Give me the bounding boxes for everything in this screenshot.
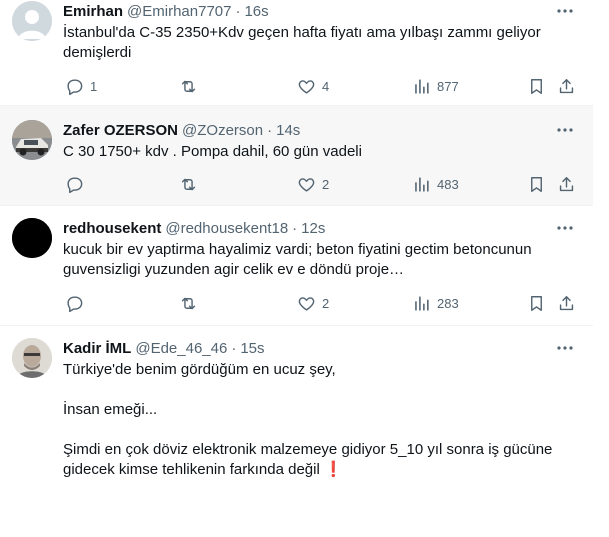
default-avatar-icon xyxy=(12,1,52,41)
timeline-feed: Emirhan @Emirhan7707 · 16s İstanbul'da C… xyxy=(0,0,593,537)
reply-icon xyxy=(67,295,83,312)
tweet-text-line: kucuk bir ev yaptirma hayalimiz vardi; b… xyxy=(63,241,532,278)
timestamp[interactable]: 16s xyxy=(244,3,268,20)
tweet-header: Emirhan @Emirhan7707 · 16s xyxy=(63,1,269,21)
more-icon[interactable] xyxy=(555,1,575,21)
black-avatar-icon xyxy=(12,218,52,258)
tweet[interactable]: Emirhan @Emirhan7707 · 16s İstanbul'da C… xyxy=(0,0,593,106)
tweet[interactable]: Zafer OZERSON @ZOzerson · 14s C 30 1750+… xyxy=(0,106,593,206)
like-icon xyxy=(298,296,315,311)
share-icon xyxy=(559,176,574,191)
bookmark-button[interactable] xyxy=(527,76,546,96)
reply-icon xyxy=(67,176,83,193)
reply-button[interactable] xyxy=(65,293,90,313)
scrollbar[interactable] xyxy=(593,0,609,537)
tweet-actions: 2 283 xyxy=(57,293,585,313)
views-button[interactable]: 483 xyxy=(412,174,459,194)
tweet-text-line: İstanbul'da C-35 2350+Kdv geçen hafta fi… xyxy=(63,24,541,61)
portrait-avatar-icon xyxy=(12,338,52,378)
bookmark-icon xyxy=(531,176,542,192)
retweet-button[interactable] xyxy=(179,76,204,96)
bookmark-button[interactable] xyxy=(527,174,546,194)
tweet-text-line: Şimdi en çok döviz elektronik malzemeye … xyxy=(63,440,563,480)
tweet-text: C 30 1750+ kdv . Pompa dahil, 60 gün vad… xyxy=(63,142,573,162)
avatar[interactable] xyxy=(12,338,52,378)
views-icon xyxy=(415,295,429,311)
views-icon xyxy=(415,78,429,94)
display-name[interactable]: redhousekent xyxy=(63,220,161,237)
share-button[interactable] xyxy=(557,293,576,313)
tweet-text-line: Türkiye'de benim gördüğüm en ucuz şey, xyxy=(63,361,336,378)
tweet-text: İstanbul'da C-35 2350+Kdv geçen hafta fi… xyxy=(63,23,573,63)
share-icon xyxy=(559,78,574,93)
share-button[interactable] xyxy=(557,76,576,96)
more-icon[interactable] xyxy=(555,218,575,238)
separator: · xyxy=(292,219,298,237)
timestamp[interactable]: 15s xyxy=(240,340,264,357)
separator: · xyxy=(235,2,241,20)
tweet-text-blank-line xyxy=(63,380,563,400)
views-count: 877 xyxy=(437,78,459,94)
reply-button[interactable]: 1 xyxy=(65,76,97,96)
share-icon xyxy=(559,295,574,310)
separator: · xyxy=(267,121,273,139)
tweet-header: Kadir İML @Ede_46_46 · 15s xyxy=(63,338,265,358)
retweet-button[interactable] xyxy=(179,174,204,194)
tweet-header: redhousekent @redhousekent18 · 12s xyxy=(63,218,325,238)
views-count: 483 xyxy=(437,176,459,192)
user-handle[interactable]: @Ede_46_46 xyxy=(135,340,227,357)
display-name[interactable]: Emirhan xyxy=(63,3,123,20)
avatar[interactable] xyxy=(12,218,52,258)
like-icon xyxy=(298,177,315,192)
like-count: 2 xyxy=(322,176,330,192)
reply-button[interactable] xyxy=(65,174,90,194)
timestamp[interactable]: 12s xyxy=(301,220,325,237)
exclamation-emoji: ❗ xyxy=(323,461,343,478)
bookmark-icon xyxy=(531,78,542,94)
user-handle[interactable]: @redhousekent18 xyxy=(165,220,288,237)
views-button[interactable]: 877 xyxy=(412,76,459,96)
reply-count: 1 xyxy=(90,78,98,94)
car-photo-avatar-icon xyxy=(12,120,52,160)
share-button[interactable] xyxy=(557,174,576,194)
tweet-actions: 2 483 xyxy=(57,174,585,194)
user-handle[interactable]: @Emirhan7707 xyxy=(127,3,231,20)
tweet-header: Zafer OZERSON @ZOzerson · 14s xyxy=(63,120,300,140)
tweet-text-line: C 30 1750+ kdv . Pompa dahil, 60 gün vad… xyxy=(63,143,362,160)
views-button[interactable]: 283 xyxy=(412,293,459,313)
views-count: 283 xyxy=(437,295,459,311)
like-button[interactable]: 2 xyxy=(297,293,329,313)
like-button[interactable]: 2 xyxy=(297,174,329,194)
tweet-text-blank-line xyxy=(63,420,563,440)
display-name[interactable]: Kadir İML xyxy=(63,340,131,357)
tweet-text-span: Şimdi en çok döviz elektronik malzemeye … xyxy=(63,441,553,478)
retweet-icon xyxy=(181,80,196,92)
tweet[interactable]: Kadir İML @Ede_46_46 · 15s Türkiye'de be… xyxy=(0,326,593,537)
tweet[interactable]: redhousekent @redhousekent18 · 12s kucuk… xyxy=(0,206,593,326)
views-icon xyxy=(415,176,429,192)
retweet-button[interactable] xyxy=(179,293,204,313)
avatar[interactable] xyxy=(12,120,52,160)
bookmark-icon xyxy=(531,295,542,311)
avatar[interactable] xyxy=(12,1,52,41)
display-name[interactable]: Zafer OZERSON xyxy=(63,122,178,139)
more-icon[interactable] xyxy=(555,338,575,358)
more-icon[interactable] xyxy=(555,120,575,140)
like-button[interactable]: 4 xyxy=(297,76,329,96)
bookmark-button[interactable] xyxy=(527,293,546,313)
retweet-icon xyxy=(181,297,196,309)
tweet-text: kucuk bir ev yaptirma hayalimiz vardi; b… xyxy=(63,240,563,280)
like-count: 2 xyxy=(322,295,330,311)
retweet-icon xyxy=(181,178,196,190)
timestamp[interactable]: 14s xyxy=(276,122,300,139)
separator: · xyxy=(231,339,237,357)
tweet-text-line: İnsan emeği... xyxy=(63,401,158,418)
tweet-text: Türkiye'de benim gördüğüm en ucuz şey, İ… xyxy=(63,360,563,480)
user-handle[interactable]: @ZOzerson xyxy=(182,122,263,139)
like-icon xyxy=(298,79,315,94)
tweet-actions: 1 4 877 xyxy=(57,76,585,96)
like-count: 4 xyxy=(322,78,330,94)
scrollbar-thumb[interactable] xyxy=(598,0,604,60)
reply-icon xyxy=(67,78,83,95)
